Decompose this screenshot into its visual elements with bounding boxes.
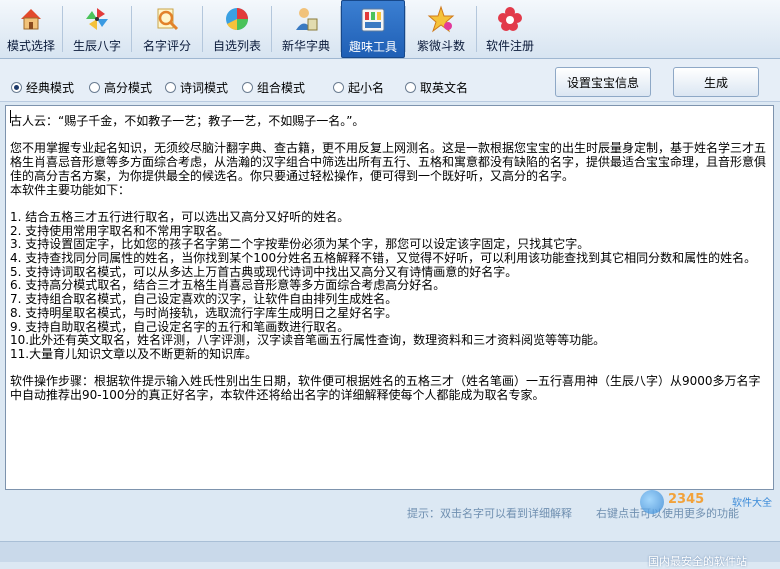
hint-double-click: 提示：双击名字可以看到详细解释	[407, 507, 572, 520]
radio-dot-icon	[405, 82, 416, 93]
toolbar-tab-4[interactable]: 自选列表	[203, 0, 271, 58]
toolbar-tab-label: 自选列表	[212, 39, 261, 53]
mode-radio-label: 经典模式	[26, 81, 75, 95]
radio-dot-icon	[11, 82, 22, 93]
watermark: 2345 软件大全	[640, 490, 780, 540]
radio-dot-icon	[89, 82, 100, 93]
toolbar-tab-2[interactable]: 生辰八字	[63, 0, 131, 58]
watermark-brand-suffix: 软件大全	[732, 498, 772, 509]
pie-chart-icon	[222, 4, 252, 34]
magnifier-icon	[152, 4, 182, 34]
pinwheel-icon	[82, 4, 112, 34]
mode-radio-label: 高分模式	[104, 81, 153, 95]
toolbar-tab-7[interactable]: 紫微斗数	[406, 0, 476, 58]
watermark-brand: 2345	[668, 492, 705, 507]
mode-radio-3[interactable]: 诗词模式	[165, 79, 228, 96]
house-icon	[16, 4, 46, 34]
toolbar-tab-label: 趣味工具	[348, 40, 397, 54]
mode-radio-label: 诗词模式	[180, 81, 229, 95]
watermark-tagline: 国内最安全的软件站	[648, 555, 747, 568]
generate-button[interactable]: 生成	[673, 67, 759, 97]
toolbar-tab-3[interactable]: 名字评分	[132, 0, 202, 58]
text-caret	[10, 110, 11, 123]
radio-dot-icon	[165, 82, 176, 93]
mode-radio-label: 起小名	[348, 81, 385, 95]
radio-dot-icon	[333, 82, 344, 93]
toolbar-tab-label: 软件注册	[485, 39, 534, 53]
toolbar-tab-label: 紫微斗数	[416, 39, 465, 53]
toolbar-tab-label: 新华字典	[281, 39, 330, 53]
mode-radio-2[interactable]: 高分模式	[89, 79, 152, 96]
watermark-logo-icon	[640, 490, 664, 514]
star-icon	[426, 4, 456, 34]
toolbar-tab-1[interactable]: 模式选择	[0, 0, 62, 58]
mode-radio-5[interactable]: 起小名	[333, 79, 384, 96]
toolbox-icon	[358, 5, 388, 35]
main-toolbar: 模式选择 生辰八字 名字评分 自选列表 新华字典 趣味工具 紫微斗数 软件注册	[0, 0, 780, 59]
flower-icon	[495, 4, 525, 34]
info-textarea[interactable]: 古人云：“赐子千金，不如教子一艺；教子一艺，不如赐子一名。”。 您不用掌握专业起…	[5, 105, 774, 490]
toolbar-tab-label: 模式选择	[6, 39, 55, 53]
toolbar-tab-label: 名字评分	[142, 39, 191, 53]
mode-radio-4[interactable]: 组合模式	[242, 79, 305, 96]
mode-radio-6[interactable]: 取英文名	[405, 79, 468, 96]
toolbar-tab-8[interactable]: 软件注册	[477, 0, 543, 58]
reader-icon	[291, 4, 321, 34]
mode-radio-label: 组合模式	[257, 81, 306, 95]
mode-radio-1[interactable]: 经典模式	[11, 79, 74, 96]
toolbar-tab-5[interactable]: 新华字典	[272, 0, 340, 58]
radio-dot-icon	[242, 82, 253, 93]
mode-radio-label: 取英文名	[420, 81, 469, 95]
settings-button[interactable]: 设置宝宝信息	[555, 67, 651, 97]
toolbar-tab-6[interactable]: 趣味工具	[341, 0, 405, 58]
toolbar-tab-label: 生辰八字	[72, 39, 121, 53]
